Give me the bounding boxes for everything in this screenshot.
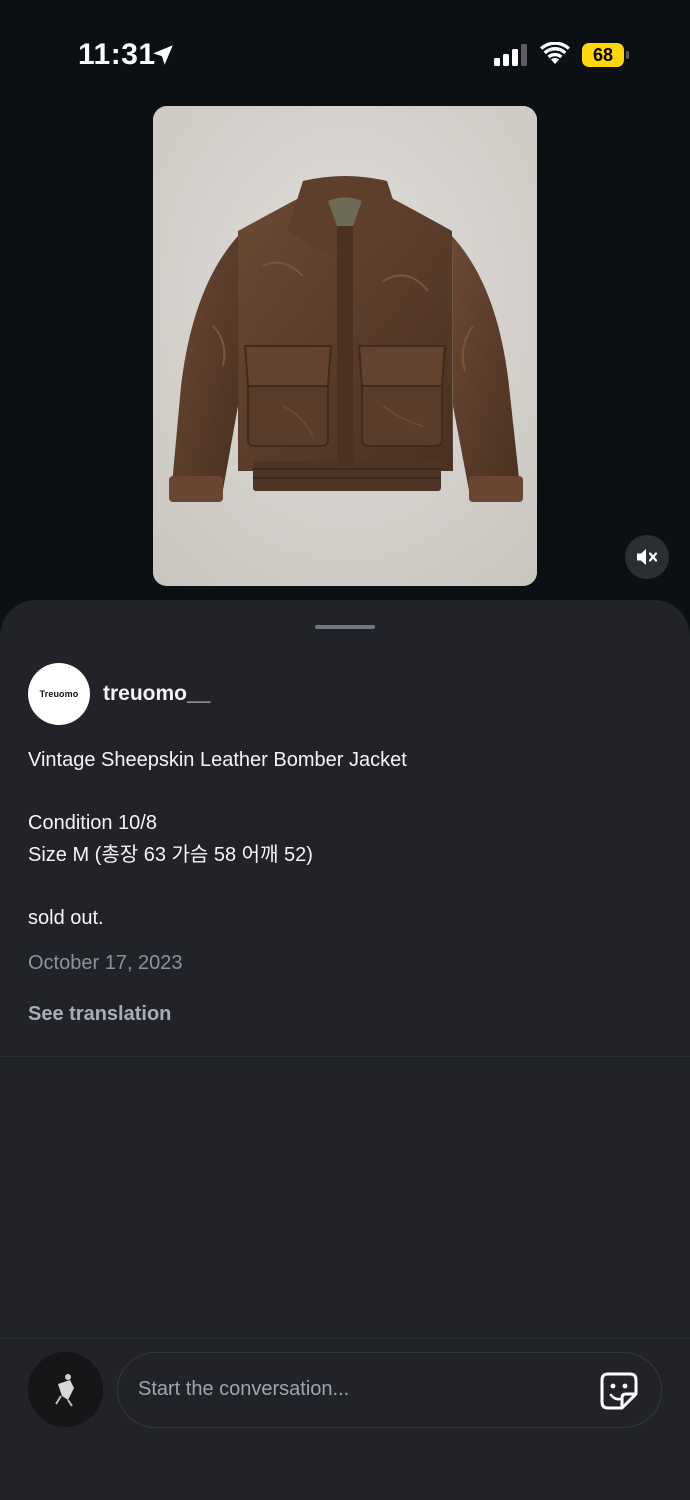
post-caption: Vintage Sheepskin Leather Bomber Jacket … — [28, 745, 648, 934]
author-avatar[interactable]: Treuomo — [28, 663, 90, 725]
divider — [0, 1056, 690, 1057]
current-user-avatar[interactable] — [28, 1352, 103, 1427]
caption-line — [28, 871, 648, 903]
divider — [0, 1338, 690, 1339]
post-details-sheet: Treuomo treuomo__ Vintage Sheepskin Leat… — [0, 600, 690, 1500]
see-translation-link[interactable]: See translation — [28, 1003, 171, 1026]
wifi-icon — [540, 42, 570, 64]
battery-cap — [626, 51, 629, 59]
caption-line: Condition 10/8 — [28, 812, 157, 834]
message-input[interactable] — [138, 1353, 578, 1426]
author-username[interactable]: treuomo__ — [103, 682, 210, 706]
user-photo — [28, 1352, 103, 1427]
avatar-logo-text: Treuomo — [39, 689, 79, 699]
status-time: 11:31 — [78, 38, 156, 71]
message-input-container[interactable] — [117, 1352, 662, 1428]
caption-line: Size M (총장 63 가슴 58 어깨 52) — [28, 843, 313, 866]
caption-line: Vintage Sheepskin Leather Bomber Jacket — [28, 749, 407, 771]
mute-button[interactable] — [625, 535, 669, 579]
caption-line — [28, 777, 648, 809]
post-media-image[interactable] — [153, 106, 537, 586]
drag-handle[interactable] — [315, 625, 375, 629]
sticker-icon[interactable] — [598, 1370, 640, 1412]
battery-level: 68 — [582, 43, 624, 67]
caption-line: sold out. — [28, 906, 104, 929]
location-arrow-icon — [153, 45, 173, 65]
leather-jacket-image — [153, 106, 537, 586]
post-date: October 17, 2023 — [28, 952, 183, 974]
speaker-muted-icon — [637, 549, 658, 565]
status-bar: 11:31 68 — [0, 0, 690, 110]
post-detail-screen: 11:31 68 Treuomo treuomo__ Vintage Sheep… — [0, 0, 690, 1500]
battery-icon: 68 — [582, 43, 629, 67]
cellular-signal-icon — [494, 44, 527, 66]
